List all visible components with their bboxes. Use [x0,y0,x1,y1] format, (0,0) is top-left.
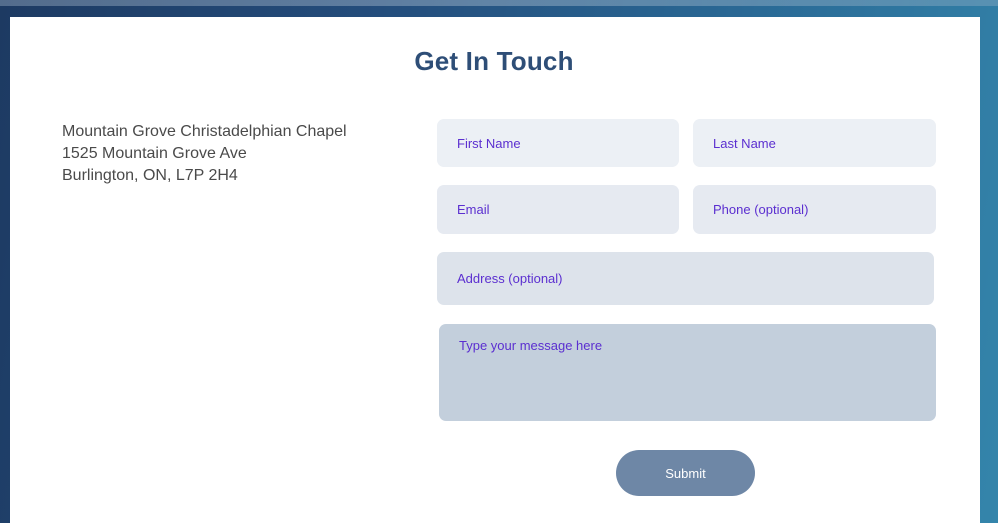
last-name-input[interactable] [693,119,936,167]
address-line-street: 1525 Mountain Grove Ave [62,145,247,162]
phone-input[interactable] [693,185,936,234]
address-line-city: Burlington, ON, L7P 2H4 [62,167,238,184]
first-name-input[interactable] [437,119,679,167]
address-input[interactable] [437,252,934,305]
top-decorative-strip [0,0,998,6]
chapel-address: Mountain Grove Christadelphian Chapel 15… [62,121,347,187]
page-title: Get In Touch [414,46,574,76]
message-textarea[interactable] [439,324,936,421]
email-input[interactable] [437,185,679,234]
submit-button[interactable]: Submit [616,450,755,496]
address-line-name: Mountain Grove Christadelphian Chapel [62,123,347,140]
